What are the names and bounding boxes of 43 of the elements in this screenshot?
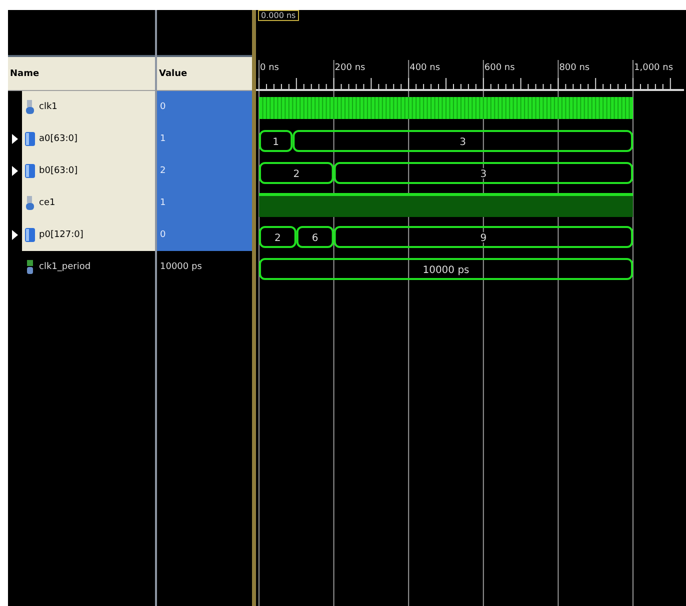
signal-name: clk1_period bbox=[39, 262, 91, 272]
signal-row[interactable]: a0[63:0] bbox=[22, 123, 155, 155]
signal-value: 10000 ps bbox=[160, 262, 202, 272]
bus-signal-icon bbox=[24, 227, 36, 243]
bus-value: 2 bbox=[293, 169, 300, 180]
tick-label: 1,000 ns bbox=[634, 63, 674, 73]
signal-name: b0[63:0] bbox=[39, 166, 78, 176]
tick-label: 800 ns bbox=[559, 63, 590, 73]
value-header[interactable]: Value bbox=[157, 57, 252, 91]
signal-value: 0 bbox=[160, 102, 166, 112]
signal-row[interactable]: p0[127:0] bbox=[22, 219, 155, 251]
expand-arrow-icon[interactable] bbox=[12, 166, 18, 176]
signal-row[interactable]: ce1 bbox=[22, 187, 155, 219]
bus-signal-icon bbox=[24, 163, 36, 179]
bit-signal-icon bbox=[24, 195, 36, 211]
constant-signal-icon bbox=[24, 259, 36, 275]
bus-value: 10000 ps bbox=[422, 265, 470, 276]
signal-name: clk1 bbox=[39, 102, 58, 112]
signal-value: 1 bbox=[160, 134, 166, 144]
tick-label: 0 ns bbox=[260, 63, 279, 73]
bus-value: 6 bbox=[312, 233, 318, 244]
signal-name: a0[63:0] bbox=[39, 134, 78, 144]
expand-arrow-icon[interactable] bbox=[12, 134, 18, 144]
tick-label: 400 ns bbox=[410, 63, 440, 73]
bus-value: 2 bbox=[274, 233, 281, 244]
signal-value: 2 bbox=[160, 166, 166, 176]
tick-label: 600 ns bbox=[484, 63, 515, 73]
name-header[interactable]: Name bbox=[8, 57, 155, 91]
signal-row[interactable]: clk1 bbox=[22, 91, 155, 123]
cursor-time-label: 0.000 ns bbox=[258, 10, 299, 21]
tick-label: 200 ns bbox=[334, 63, 366, 73]
bus-segment bbox=[259, 226, 296, 248]
signal-value: 0 bbox=[160, 230, 166, 240]
signal-row[interactable]: b0[63:0] bbox=[22, 155, 155, 187]
bus-signal-icon bbox=[24, 131, 36, 147]
signal-value: 1 bbox=[160, 198, 166, 208]
expand-arrow-icon[interactable] bbox=[12, 230, 18, 240]
signal-row[interactable]: clk1_period bbox=[22, 251, 155, 283]
signal-name: ce1 bbox=[39, 198, 56, 208]
bus-value: 3 bbox=[460, 137, 466, 148]
bit-signal-icon bbox=[24, 99, 36, 115]
bus-value: 1 bbox=[272, 137, 280, 148]
signal-name: p0[127:0] bbox=[39, 230, 84, 240]
